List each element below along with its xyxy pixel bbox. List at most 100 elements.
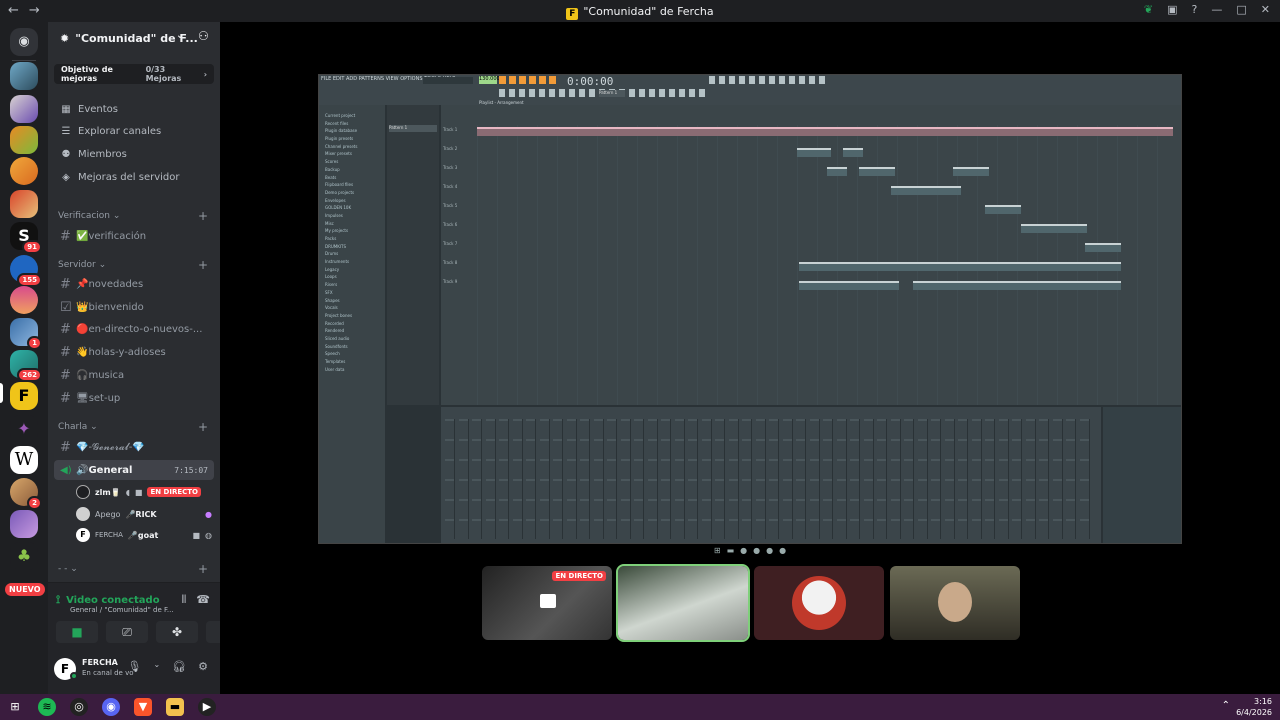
voice-user-fercha[interactable]: F FERCHA 🎤goat ■ ◍ bbox=[76, 526, 212, 544]
channel-general-text[interactable]: # 💎-𝓖𝓮𝓷𝓮𝓻𝓪𝓵-💎 bbox=[54, 437, 214, 457]
user-name[interactable]: FERCHA bbox=[82, 658, 118, 667]
discord-taskbar-icon[interactable]: ◉ bbox=[102, 698, 120, 716]
file-explorer-icon[interactable]: ▬ bbox=[166, 698, 184, 716]
fl-mixer-strip bbox=[593, 419, 604, 539]
help-icon[interactable]: ? bbox=[1192, 3, 1198, 16]
server-header[interactable]: ✹ "Comunidad" de F... ⌄ ⚇ bbox=[48, 22, 220, 54]
nav-explorar-canales[interactable]: ☰ Explorar canales bbox=[60, 126, 162, 137]
fl-mixer-strip bbox=[917, 419, 928, 539]
voice-user-zlm[interactable]: zlm🥛 ◖ ■ EN DIRECTO bbox=[76, 483, 212, 501]
nav-mejoras[interactable]: ◈ Mejoras del servidor bbox=[60, 172, 179, 183]
participant-tile-avatar[interactable] bbox=[754, 566, 884, 640]
server-icon-12[interactable]: ✦ bbox=[10, 415, 38, 443]
leaf-icon[interactable]: ❦ bbox=[1144, 3, 1153, 16]
chevron-down-icon[interactable]: ⌄ bbox=[176, 30, 184, 41]
minimize-icon[interactable]: — bbox=[1211, 3, 1222, 16]
channel-label: 🔴en-directo-o-nuevos-... bbox=[76, 323, 203, 335]
boost-goal-bar[interactable]: Objetivo de mejoras 0/33 Mejoras › bbox=[54, 64, 214, 84]
user-panel: F FERCHA En canal de vo 🎙︎ ⌄ 🎧︎ ⚙ bbox=[48, 658, 220, 694]
server-icon-wikipedia[interactable]: W bbox=[10, 446, 38, 474]
category-unnamed[interactable]: - - ⌄ + bbox=[58, 562, 208, 576]
server-icon-15[interactable] bbox=[10, 510, 38, 538]
inbox-icon[interactable]: ▣ bbox=[1167, 3, 1177, 16]
nav-miembros[interactable]: ⚉ Miembros bbox=[60, 149, 127, 160]
channel-musica[interactable]: # 🎧musica bbox=[54, 365, 214, 385]
category-label: Charla bbox=[58, 422, 88, 432]
settings-gear-icon[interactable]: ⚙ bbox=[198, 660, 208, 673]
screen-share-view[interactable]: FILE EDIT ADD PATTERNS VIEW OPTIONS TOOL… bbox=[318, 74, 1182, 544]
disconnect-icon[interactable]: ☎ bbox=[196, 593, 210, 607]
user-controls: 🎙︎ ⌄ 🎧︎ ⚙ bbox=[127, 660, 208, 673]
server-icon-5[interactable] bbox=[10, 190, 38, 218]
channel-en-directo[interactable]: # 🔴en-directo-o-nuevos-... bbox=[54, 319, 214, 339]
media-player-icon[interactable]: ▶ bbox=[198, 698, 216, 716]
voice-status-text: Video conectado bbox=[66, 595, 160, 606]
participant-tile-camera-1[interactable] bbox=[616, 564, 750, 642]
voice-user-apego[interactable]: Apego 🎤RICK ● bbox=[76, 505, 212, 523]
brave-icon[interactable]: ▼ bbox=[134, 698, 152, 716]
fl-browser-item: Packs bbox=[325, 236, 337, 241]
category-verificacion[interactable]: Verificacion ⌄ + bbox=[58, 209, 208, 223]
list-icon: ☰ bbox=[61, 126, 71, 137]
activities-button[interactable]: ✤ bbox=[156, 621, 198, 643]
participant-tile-camera-2[interactable] bbox=[890, 566, 1020, 640]
invite-icon[interactable]: ⚇ bbox=[198, 29, 209, 43]
add-channel-icon[interactable]: + bbox=[198, 562, 208, 576]
channel-novedades[interactable]: # 📌novedades bbox=[54, 274, 214, 294]
add-channel-icon[interactable]: + bbox=[198, 258, 208, 272]
discord-home-icon[interactable]: ◉ bbox=[10, 28, 38, 56]
server-icon-14[interactable]: 2 bbox=[10, 478, 42, 510]
headphones-icon[interactable]: 🎧︎ bbox=[172, 660, 186, 673]
server-icon-8[interactable] bbox=[10, 286, 38, 314]
participant-tile-stream[interactable]: EN DIRECTO bbox=[482, 566, 612, 640]
category-charla[interactable]: Charla ⌄ + bbox=[58, 420, 208, 434]
microphone-icon[interactable]: 🎙︎ bbox=[127, 660, 141, 673]
clock-date: 6/4/2026 bbox=[1236, 708, 1272, 717]
server-icon-9[interactable]: 1 bbox=[10, 318, 42, 350]
nav-eventos[interactable]: ▦ Eventos bbox=[60, 104, 118, 115]
category-servidor[interactable]: Servidor ⌄ + bbox=[58, 258, 208, 272]
fl-tool-icons-2 bbox=[709, 76, 829, 84]
spotify-icon[interactable]: ≋ bbox=[38, 698, 56, 716]
screen-share-button[interactable]: ⎚ bbox=[106, 621, 148, 643]
channel-bienvenido[interactable]: ☑ 👑bienvenido bbox=[54, 297, 214, 317]
close-icon[interactable]: ✕ bbox=[1261, 3, 1270, 16]
server-icon-1[interactable] bbox=[10, 62, 38, 90]
fl-mixer-strip bbox=[836, 419, 847, 539]
server-icon-10[interactable]: 262 bbox=[10, 350, 42, 382]
muted-icon: ◖ bbox=[125, 487, 130, 497]
channel-holas[interactable]: # 👋holas-y-adioses bbox=[54, 342, 214, 362]
channel-setup[interactable]: # 🖥set-up bbox=[54, 388, 214, 408]
noise-suppression-icon[interactable]: ⦀ bbox=[181, 593, 186, 607]
voice-location[interactable]: General / "Comunidad" de F... bbox=[70, 606, 180, 614]
obs-icon[interactable]: ◎ bbox=[70, 698, 88, 716]
fl-mixer bbox=[441, 407, 1101, 543]
fl-tempo: 130.000 bbox=[479, 76, 500, 84]
server-icon-4[interactable] bbox=[10, 157, 38, 185]
user-status: En canal de vo bbox=[82, 669, 134, 677]
audio-clip bbox=[985, 205, 1021, 214]
server-icon-3[interactable] bbox=[10, 126, 38, 154]
chevron-down-icon[interactable]: ⌄ bbox=[153, 660, 160, 673]
maximize-icon[interactable]: □ bbox=[1236, 3, 1246, 16]
voice-channel-general[interactable]: ◀) 🔊General 7:15:07 bbox=[54, 460, 214, 480]
fl-browser-item: DRUMKITS bbox=[325, 243, 347, 249]
channel-verificacion[interactable]: # ✅verificación bbox=[54, 226, 214, 246]
server-icon-16[interactable]: ♣ bbox=[10, 542, 38, 570]
add-channel-icon[interactable]: + bbox=[198, 209, 208, 223]
add-channel-icon[interactable]: + bbox=[198, 420, 208, 434]
participant-face bbox=[938, 582, 972, 622]
server-icon-6[interactable]: S 91 bbox=[10, 222, 42, 254]
fl-mixer-strip bbox=[985, 419, 995, 539]
fl-browser-item: Recent files bbox=[325, 120, 349, 126]
taskbar-clock[interactable]: 3:16 6/4/2026 bbox=[1236, 696, 1272, 718]
tray-overflow-icon[interactable]: ⌃ bbox=[1222, 700, 1230, 711]
server-icon-7[interactable]: 155 bbox=[10, 255, 42, 287]
server-icon-2[interactable] bbox=[10, 95, 38, 123]
signal-icon[interactable]: ⟟ bbox=[56, 593, 60, 606]
nav-explorar-label: Explorar canales bbox=[78, 126, 162, 137]
rules-icon: ☑ bbox=[60, 299, 72, 315]
windows-start-icon[interactable]: ⊞ bbox=[6, 698, 24, 716]
server-icon-fercha[interactable]: F bbox=[10, 382, 38, 410]
camera-button[interactable]: ■ bbox=[56, 621, 98, 643]
